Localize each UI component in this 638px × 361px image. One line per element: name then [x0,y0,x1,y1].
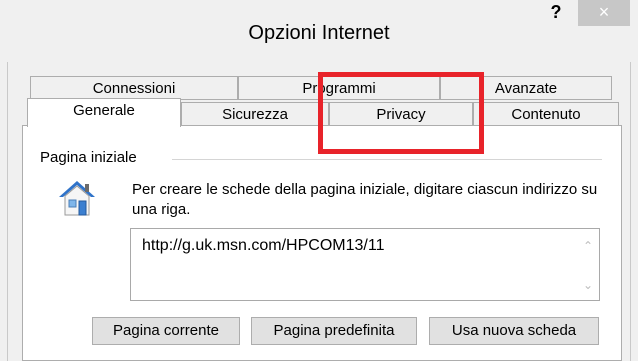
scroll-up-arrow-icon[interactable]: ⌃ [581,239,595,253]
default-page-button[interactable]: Pagina predefinita [251,317,417,345]
title-bar: Opzioni Internet ? × [0,0,638,62]
home-page-url-textarea[interactable]: http://g.uk.msn.com/HPCOM13/11 ⌃ ⌄ [130,228,600,301]
home-page-description: Per creare le schede della pagina inizia… [132,181,598,218]
help-button[interactable]: ? [536,0,576,26]
tab-contenuto[interactable]: Contenuto [473,102,619,126]
highlight-annotation [318,72,484,154]
home-page-url-value: http://g.uk.msn.com/HPCOM13/11 [142,237,385,254]
home-page-group-label: Pagina iniziale [40,149,143,166]
group-divider [172,159,602,160]
use-new-tab-button[interactable]: Usa nuova scheda [429,317,599,345]
close-button[interactable]: × [578,0,630,26]
tab-generale[interactable]: Generale [27,98,181,127]
scroll-down-arrow-icon[interactable]: ⌄ [581,278,595,292]
tab-connessioni[interactable]: Connessioni [30,76,238,100]
current-page-button[interactable]: Pagina corrente [92,317,240,345]
tab-sicurezza[interactable]: Sicurezza [181,102,329,126]
house-icon [57,178,97,218]
